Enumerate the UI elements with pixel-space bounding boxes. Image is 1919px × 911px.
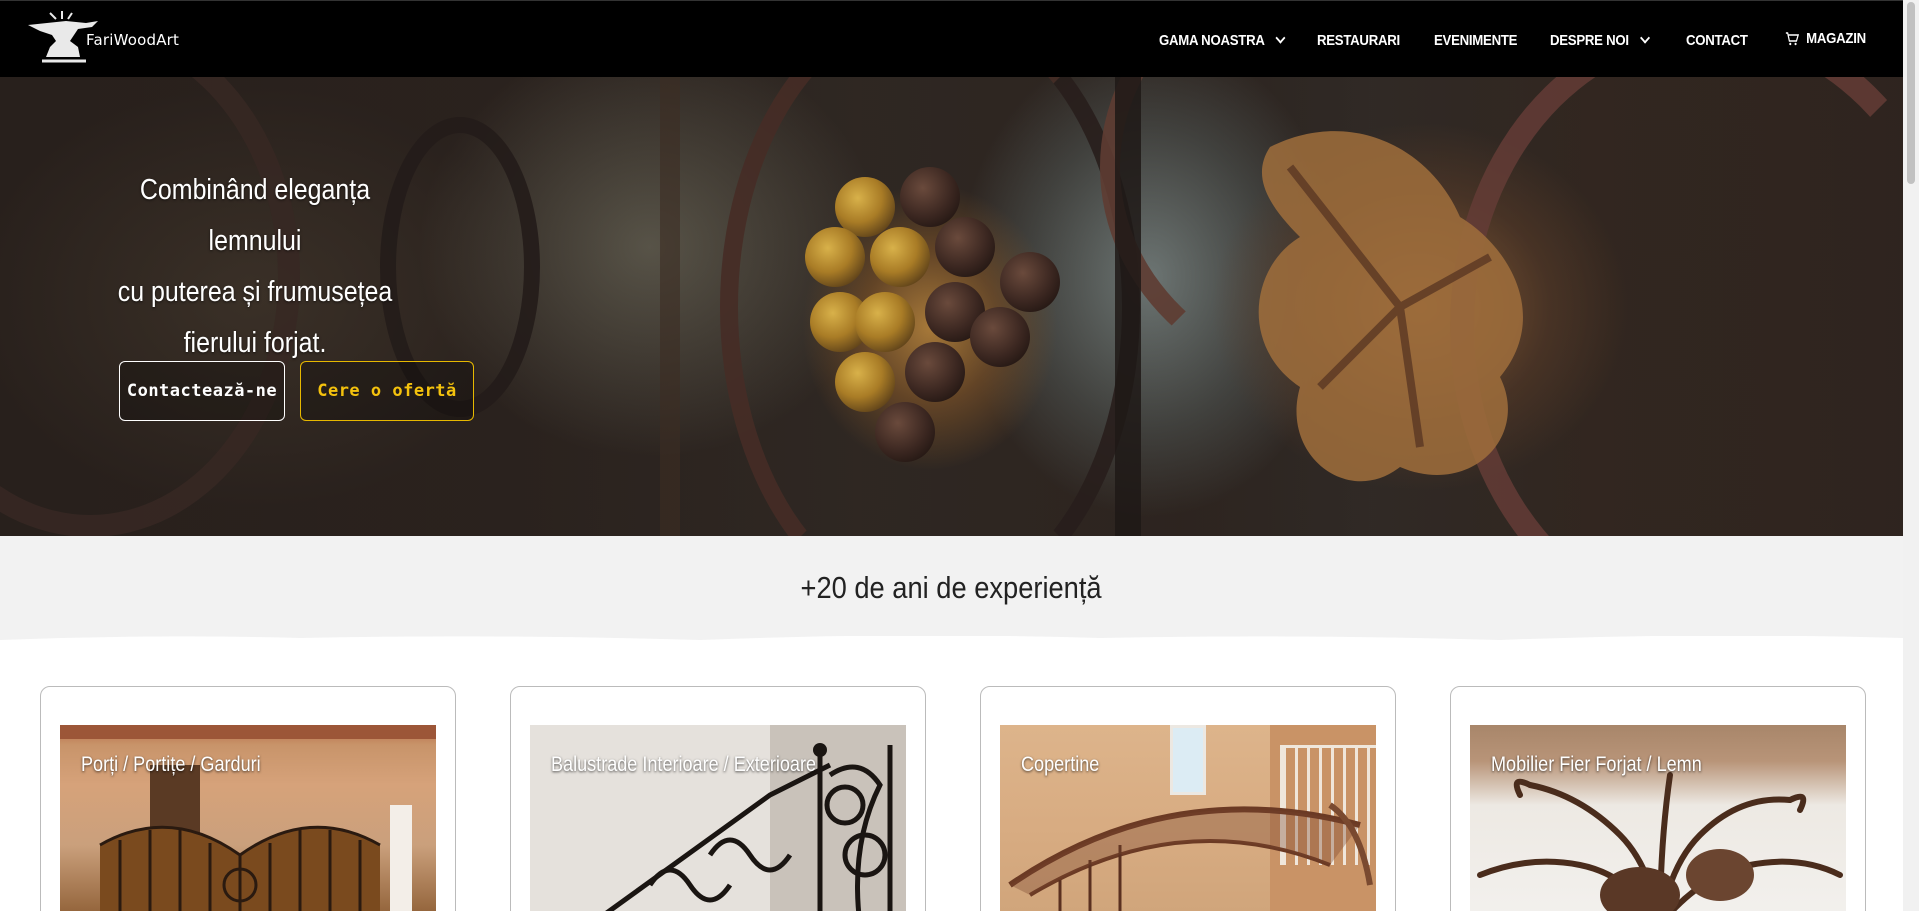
category-image: Copertine xyxy=(1000,725,1376,911)
category-image: Porți / Portițe / Garduri xyxy=(60,725,436,911)
iron-bar-decoration xyxy=(660,77,680,536)
nav-contact[interactable]: CONTACT xyxy=(1686,32,1748,49)
contact-button[interactable]: Contactează-ne xyxy=(119,361,285,421)
chevron-down-icon xyxy=(1639,32,1650,44)
category-label: Copertine xyxy=(1021,753,1100,776)
category-image: Mobilier Fier Forjat / Lemn xyxy=(1470,725,1846,911)
scrollbar-thumb[interactable] xyxy=(1907,2,1915,184)
category-card-mobilier[interactable]: Mobilier Fier Forjat / Lemn xyxy=(1450,686,1866,911)
chevron-down-icon xyxy=(1275,32,1286,44)
cart-icon xyxy=(1785,31,1800,45)
vine-leaf-decoration xyxy=(1258,131,1523,482)
nav-magazin-label: MAGAZIN xyxy=(1806,30,1866,47)
brush-divider xyxy=(0,628,1903,640)
hero-tagline: Combinând eleganța lemnului cu puterea ș… xyxy=(105,165,406,369)
category-label: Porți / Portițe / Garduri xyxy=(81,753,261,776)
hero-banner: Combinând eleganța lemnului cu puterea ș… xyxy=(0,77,1903,536)
scrollbar[interactable] xyxy=(1903,0,1919,911)
nav-evenimente-label: EVENIMENTE xyxy=(1434,32,1518,49)
category-image: Balustrade Interioare / Exterioare xyxy=(530,725,906,911)
nav-restaurari[interactable]: RESTAURARI xyxy=(1317,32,1400,49)
nav-despre-noi-label: DESPRE NOI xyxy=(1550,32,1629,49)
logo[interactable]: FariWoodArt xyxy=(26,11,186,67)
navbar: FariWoodArt GAMA NOASTRA RESTAURARI EVEN… xyxy=(0,0,1903,77)
nav-magazin[interactable]: MAGAZIN xyxy=(1785,30,1866,47)
experience-title: +20 de ani de experiență xyxy=(800,570,1103,605)
category-cards: Porți / Portițe / Garduri Balustrade Int… xyxy=(0,636,1903,911)
nav-evenimente[interactable]: EVENIMENTE xyxy=(1434,32,1517,49)
logo-text: FariWoodArt xyxy=(86,31,180,49)
nav-despre-noi[interactable]: DESPRE NOI xyxy=(1550,32,1650,49)
nav-restaurari-label: RESTAURARI xyxy=(1317,32,1400,49)
category-label: Mobilier Fier Forjat / Lemn xyxy=(1491,753,1702,776)
request-offer-button[interactable]: Cere o ofertă xyxy=(300,361,474,421)
category-card-balustrade[interactable]: Balustrade Interioare / Exterioare xyxy=(510,686,926,911)
category-card-porti[interactable]: Porți / Portițe / Garduri xyxy=(40,686,456,911)
iron-bar-decoration xyxy=(1115,77,1141,536)
experience-section: +20 de ani de experiență xyxy=(0,536,1903,636)
hero-tagline-line: Combinând eleganța lemnului xyxy=(139,174,371,257)
nav-gama-noastra-label: GAMA NOASTRA xyxy=(1159,32,1265,49)
nav-gama-noastra[interactable]: GAMA NOASTRA xyxy=(1159,32,1286,49)
category-card-copertine[interactable]: Copertine xyxy=(980,686,1396,911)
category-label: Balustrade Interioare / Exterioare xyxy=(551,753,817,776)
nav-contact-label: CONTACT xyxy=(1686,32,1748,49)
hero-tagline-line: cu puterea și frumusețea xyxy=(117,276,393,308)
